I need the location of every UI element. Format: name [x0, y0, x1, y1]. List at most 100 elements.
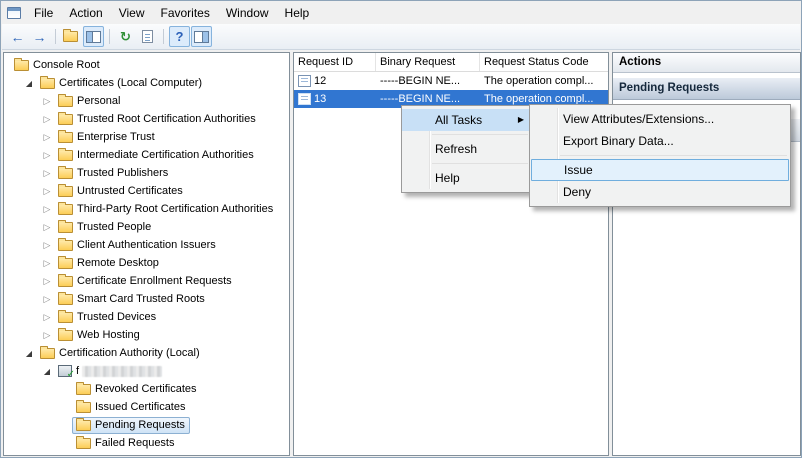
all-tasks-submenu: View Attributes/Extensions... Export Bin… [529, 104, 791, 207]
refresh-button[interactable]: ↻ [115, 26, 136, 47]
tree-item-third-party-root-certification-authorities[interactable]: ▷ Third-Party Root Certification Authorit… [4, 200, 289, 218]
request-id: 12 [314, 75, 326, 87]
context-menu-item-all-tasks[interactable]: All Tasks▶ [402, 109, 531, 131]
expand-icon[interactable]: ▷ [40, 258, 54, 269]
expand-icon[interactable]: ▷ [40, 330, 54, 341]
context-menu-item-refresh[interactable]: Refresh [402, 138, 531, 160]
tree-item-certificates[interactable]: ◢Certificates (Local Computer) [4, 74, 289, 92]
folder-icon [76, 420, 91, 431]
context-menu-item-help[interactable]: Help [402, 167, 531, 189]
expand-icon[interactable]: ▷ [40, 204, 54, 215]
menu-item-label: Help [435, 171, 460, 185]
expand-icon[interactable]: ▷ [40, 312, 54, 323]
request-icon [298, 93, 311, 105]
tree-item-label: Third-Party Root Certification Authoriti… [77, 203, 273, 215]
menu-help[interactable]: Help [277, 3, 318, 23]
tree-item-certificate-enrollment-requests[interactable]: ▷ Certificate Enrollment Requests [4, 272, 289, 290]
column-header-binary-request[interactable]: Binary Request [376, 53, 480, 71]
menu-item-label: View Attributes/Extensions... [563, 112, 714, 126]
tree-item-label: Personal [77, 95, 120, 107]
tree-item-trusted-publishers[interactable]: ▷Trusted Publishers [4, 164, 289, 182]
console-window-icon[interactable] [7, 7, 21, 19]
submenu-item-view-attributes-extensions[interactable]: View Attributes/Extensions... [530, 108, 790, 130]
menu-item-label: All Tasks [435, 113, 482, 127]
binary-request-cell: -----BEGIN NE... [376, 72, 480, 90]
menu-window[interactable]: Window [218, 3, 277, 23]
expand-icon[interactable]: ◢ [22, 79, 36, 88]
back-button[interactable]: ← [7, 26, 28, 47]
expand-icon[interactable]: ▷ [40, 240, 54, 251]
up-one-level-button[interactable] [61, 26, 82, 47]
tree-item-label: Trusted People [77, 221, 151, 233]
folder-icon [58, 222, 73, 233]
tree-item-untrusted-certificates[interactable]: ▷Untrusted Certificates [4, 182, 289, 200]
expand-icon[interactable]: ▷ [40, 294, 54, 305]
expand-icon[interactable]: ▷ [40, 168, 54, 179]
list-header: Request ID Binary Request Request Status… [294, 53, 608, 72]
tree-item-failed-requests[interactable]: Failed Requests [4, 434, 289, 452]
expand-icon[interactable]: ▷ [40, 132, 54, 143]
help-button[interactable]: ? [169, 26, 190, 47]
tree-item-ca-server[interactable]: ◢✓f [4, 362, 289, 380]
expand-icon[interactable]: ▷ [40, 114, 54, 125]
expand-icon[interactable]: ◢ [22, 349, 36, 358]
request-row-12[interactable]: 12 -----BEGIN NE... The operation compl.… [294, 72, 608, 90]
tree-item-smart-card-trusted-roots[interactable]: ▷Smart Card Trusted Roots [4, 290, 289, 308]
tree-item-label: Failed Requests [95, 437, 175, 449]
folder-icon [58, 150, 73, 161]
menu-bar: File Action View Favorites Window Help [2, 2, 800, 24]
tree-item-certification-authority[interactable]: ◢Certification Authority (Local) [4, 344, 289, 362]
export-list-button[interactable] [137, 26, 158, 47]
tree-item-client-authentication-issuers[interactable]: ▷ Client Authentication Issuers [4, 236, 289, 254]
menu-separator [560, 155, 787, 156]
folder-icon [58, 96, 73, 107]
submenu-item-deny[interactable]: Deny [530, 181, 790, 203]
menu-action[interactable]: Action [61, 3, 110, 23]
expand-icon[interactable]: ◢ [40, 367, 54, 376]
folder-icon [76, 402, 91, 413]
expand-icon[interactable]: ▷ [40, 96, 54, 107]
tree-item-web-hosting[interactable]: ▷Web Hosting [4, 326, 289, 344]
tree-item-remote-desktop[interactable]: ▷Remote Desktop [4, 254, 289, 272]
up-one-level-icon [63, 31, 78, 42]
folder-icon [58, 204, 73, 215]
tree-item-label: Enterprise Trust [77, 131, 155, 143]
menu-item-label: Refresh [435, 142, 477, 156]
console-tree-toggle-button[interactable] [83, 26, 104, 47]
expand-icon[interactable]: ▷ [40, 186, 54, 197]
tree-item-personal[interactable]: ▷ Personal [4, 92, 289, 110]
tree-item-trusted-people[interactable]: ▷ Trusted People [4, 218, 289, 236]
submenu-item-issue[interactable]: Issue [531, 159, 789, 181]
console-tree-pane: Console Root ◢Certificates (Local Comput… [3, 52, 290, 456]
column-header-request-status-code[interactable]: Request Status Code [480, 53, 608, 71]
menu-view[interactable]: View [111, 3, 153, 23]
tree-item-trusted-root-certification-authorities[interactable]: ▷Trusted Root Certification Authorities [4, 110, 289, 128]
tree-item-label: Pending Requests [95, 419, 185, 431]
forward-icon: → [33, 30, 47, 44]
action-pane-toggle-button[interactable] [191, 26, 212, 47]
tree-item-console-root[interactable]: Console Root [4, 56, 289, 74]
certificates-store-icon [40, 78, 55, 89]
action-pane-icon [194, 31, 209, 43]
menu-file[interactable]: File [26, 3, 61, 23]
tree-item-trusted-devices[interactable]: ▷Trusted Devices [4, 308, 289, 326]
context-menu: All Tasks▶ Refresh Help [401, 105, 532, 193]
expand-icon[interactable]: ▷ [40, 150, 54, 161]
forward-button[interactable]: → [29, 26, 50, 47]
column-header-request-id[interactable]: Request ID [294, 53, 376, 71]
tree-item-revoked-certificates[interactable]: Revoked Certificates [4, 380, 289, 398]
toolbar-separator [163, 29, 164, 44]
submenu-item-export-binary-data[interactable]: Export Binary Data... [530, 130, 790, 152]
tree-item-label: Certificate Enrollment Requests [77, 275, 232, 287]
tree-item-enterprise-trust[interactable]: ▷ Enterprise Trust [4, 128, 289, 146]
menu-favorites[interactable]: Favorites [153, 3, 218, 23]
tree-item-label: Client Authentication Issuers [77, 239, 216, 251]
expand-icon[interactable]: ▷ [40, 276, 54, 287]
tree-item-issued-certificates[interactable]: Issued Certificates [4, 398, 289, 416]
tree-item-pending-requests[interactable]: Pending Requests [4, 416, 289, 434]
green-check-icon: ✓ [67, 370, 75, 380]
tree-item-intermediate-certification-authorities[interactable]: ▷Intermediate Certification Authorities [4, 146, 289, 164]
actions-section-pending-requests[interactable]: Pending Requests [613, 77, 800, 100]
expand-icon[interactable]: ▷ [40, 222, 54, 233]
tree-item-label: Revoked Certificates [95, 383, 197, 395]
